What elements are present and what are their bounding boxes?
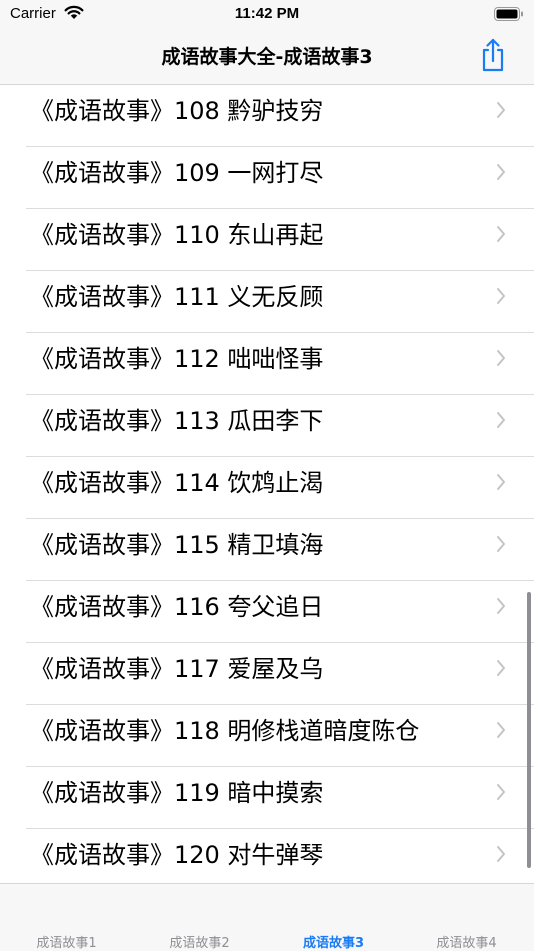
- tab-story-2[interactable]: 成语故事2: [133, 932, 266, 951]
- chevron-right-icon: [497, 722, 505, 738]
- status-bar: Carrier 11:42 PM: [0, 0, 534, 28]
- list-item-label: 《成语故事》111 义无反顾: [30, 283, 324, 311]
- share-icon[interactable]: [476, 36, 510, 74]
- chevron-right-icon: [497, 598, 505, 614]
- list-item[interactable]: 《成语故事》117 爱屋及乌: [26, 643, 534, 705]
- navigation-bar: 成语故事大全-成语故事3: [0, 28, 534, 85]
- chevron-right-icon: [497, 474, 505, 490]
- list-item-label: 《成语故事》120 对牛弹琴: [30, 841, 324, 869]
- list-item[interactable]: 《成语故事》112 咄咄怪事: [26, 333, 534, 395]
- list-item-label: 《成语故事》115 精卫填海: [30, 531, 324, 559]
- list-item[interactable]: 《成语故事》109 一网打尽: [26, 147, 534, 209]
- list-item-label: 《成语故事》108 黔驴技穷: [30, 97, 324, 125]
- chevron-right-icon: [497, 846, 505, 862]
- chevron-right-icon: [497, 164, 505, 180]
- chevron-right-icon: [497, 536, 505, 552]
- list-item[interactable]: 《成语故事》110 东山再起: [26, 209, 534, 271]
- list-item-label: 《成语故事》113 瓜田李下: [30, 407, 324, 435]
- list-item-label: 《成语故事》109 一网打尽: [30, 159, 324, 187]
- list-item[interactable]: 《成语故事》115 精卫填海: [26, 519, 534, 581]
- list-item-label: 《成语故事》118 明修栈道暗度陈仓: [30, 717, 420, 745]
- list-item-label: 《成语故事》116 夸父追日: [30, 593, 324, 621]
- chevron-right-icon: [497, 350, 505, 366]
- list-item[interactable]: 《成语故事》116 夸父追日: [26, 581, 534, 643]
- list-item[interactable]: 《成语故事》111 义无反顾: [26, 271, 534, 333]
- list-item-label: 《成语故事》117 爱屋及乌: [30, 655, 324, 683]
- chevron-right-icon: [497, 784, 505, 800]
- list-item[interactable]: 《成语故事》114 饮鸩止渴: [26, 457, 534, 519]
- list-item[interactable]: 《成语故事》113 瓜田李下: [26, 395, 534, 457]
- chevron-right-icon: [497, 660, 505, 676]
- list-item[interactable]: 《成语故事》118 明修栈道暗度陈仓: [26, 705, 534, 767]
- list-item-label: 《成语故事》110 东山再起: [30, 221, 324, 249]
- tab-story-3[interactable]: 成语故事3: [267, 932, 400, 951]
- chevron-right-icon: [497, 102, 505, 118]
- chevron-right-icon: [497, 226, 505, 242]
- tab-bar: 成语故事1 成语故事2 成语故事3 成语故事4: [0, 883, 534, 951]
- list-item-label: 《成语故事》119 暗中摸索: [30, 779, 324, 807]
- battery-icon: [494, 7, 523, 21]
- list-item-label: 《成语故事》112 咄咄怪事: [30, 345, 324, 373]
- chevron-right-icon: [497, 288, 505, 304]
- page-title: 成语故事大全-成语故事3: [161, 46, 373, 68]
- scroll-indicator[interactable]: [527, 592, 531, 868]
- chevron-right-icon: [497, 412, 505, 428]
- status-time: 11:42 PM: [234, 5, 300, 22]
- story-list: 《成语故事》108 黔驴技穷 《成语故事》109 一网打尽 《成语故事》110 …: [0, 85, 534, 883]
- list-item-label: 《成语故事》114 饮鸩止渴: [30, 469, 324, 497]
- tab-story-1[interactable]: 成语故事1: [0, 932, 133, 951]
- list-item[interactable]: 《成语故事》108 黔驴技穷: [26, 85, 534, 147]
- list-item[interactable]: 《成语故事》119 暗中摸索: [26, 767, 534, 829]
- list-item[interactable]: 《成语故事》120 对牛弹琴: [26, 829, 534, 883]
- tab-story-4[interactable]: 成语故事4: [400, 932, 533, 951]
